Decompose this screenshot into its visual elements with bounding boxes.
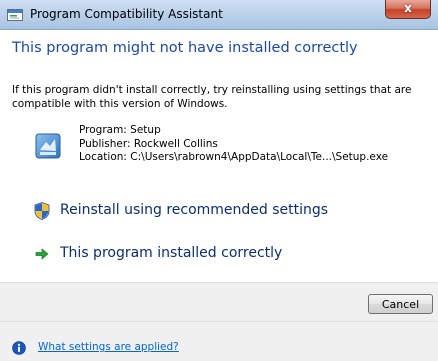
- button-area: Cancel: [0, 282, 438, 322]
- info-icon: [12, 341, 26, 355]
- cancel-button[interactable]: Cancel: [368, 294, 433, 314]
- installed-correctly-command[interactable]: This program installed correctly: [22, 240, 402, 268]
- close-icon: x: [404, 1, 412, 15]
- program-publisher: Publisher: Rockwell Collins: [79, 137, 218, 150]
- reinstall-recommended-label: Reinstall using recommended settings: [60, 202, 329, 218]
- close-button[interactable]: x: [385, 0, 431, 19]
- reinstall-recommended-command[interactable]: Reinstall using recommended settings: [22, 197, 402, 225]
- program-info: Program: Setup Publisher: Rockwell Colli…: [79, 124, 388, 165]
- title-bar[interactable]: Program Compatibility Assistant x: [0, 0, 438, 30]
- window-title: Program Compatibility Assistant: [30, 7, 223, 21]
- window-app-icon: [7, 9, 23, 21]
- main-instruction: This program might not have installed co…: [12, 40, 358, 56]
- description-text: If this program didn't install correctly…: [12, 84, 412, 110]
- setup-program-icon: [35, 133, 61, 159]
- footer-area: What settings are applied?: [0, 322, 438, 361]
- program-location: Location: C:\Users\rabrown4\AppData\Loca…: [79, 151, 389, 163]
- uac-shield-icon: [34, 202, 50, 220]
- program-name: Program: Setup: [79, 124, 161, 136]
- installed-correctly-label: This program installed correctly: [60, 245, 283, 261]
- settings-applied-link[interactable]: What settings are applied?: [38, 341, 179, 353]
- compatibility-assistant-dialog: Program Compatibility Assistant x This p…: [0, 0, 438, 361]
- green-arrow-icon: [35, 248, 49, 260]
